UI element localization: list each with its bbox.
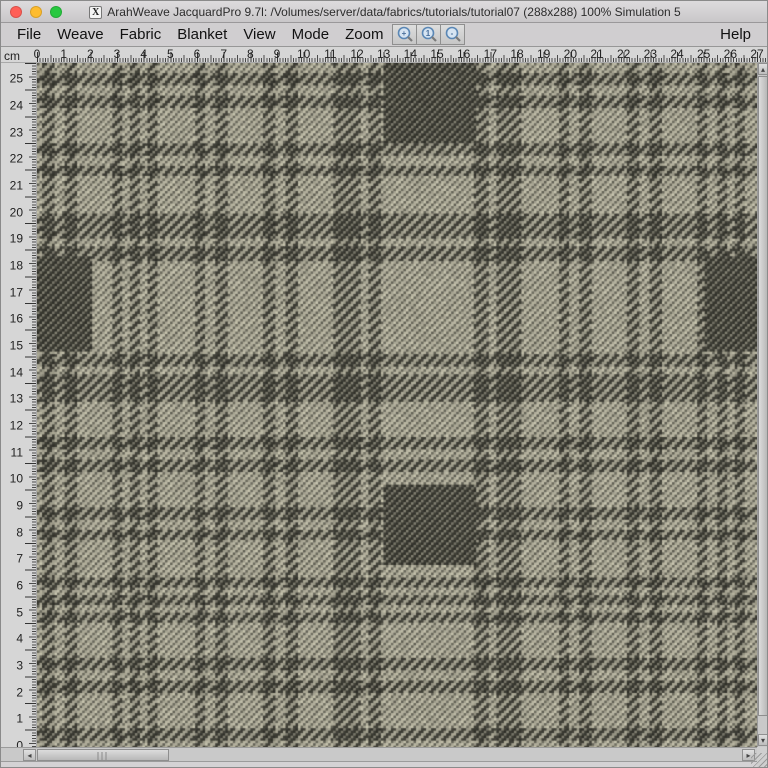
- ruler-top-number: 6: [193, 47, 201, 61]
- ruler-left-number: 9: [16, 498, 23, 513]
- ruler-top-number: 7: [220, 47, 227, 61]
- ruler-left-number: 13: [9, 391, 23, 406]
- scroll-left-arrow[interactable]: ◂: [23, 749, 36, 761]
- magnifier-icon: -: [445, 26, 461, 42]
- scroll-thumb-grip: [97, 752, 109, 760]
- zoom-100-button[interactable]: 1: [416, 24, 442, 45]
- ruler-left-number: 2: [16, 685, 23, 700]
- close-button[interactable]: [10, 6, 22, 18]
- ruler-left-number: 11: [10, 445, 23, 460]
- ruler-top-number: 5: [166, 47, 174, 61]
- ruler-top-number: 2: [86, 47, 94, 61]
- ruler-left-number: 4: [16, 631, 23, 646]
- app-window: X ArahWeave JacquardPro 9.7l: /Volumes/s…: [0, 0, 768, 768]
- resize-grip[interactable]: [751, 753, 767, 767]
- ruler-top-number: 17: [483, 47, 498, 61]
- ruler-top-number: 22: [616, 47, 631, 61]
- ruler-top-number: 24: [670, 47, 684, 61]
- zoom-button-group: +1 -: [392, 24, 466, 45]
- fabric-simulation-canvas[interactable]: [37, 63, 757, 747]
- menu-mode[interactable]: Mode: [284, 24, 338, 45]
- menu-file[interactable]: File: [9, 24, 49, 45]
- window-bottom-edge: [1, 762, 767, 767]
- ruler-left-number: 8: [16, 525, 23, 540]
- ruler-top-number: 27: [750, 47, 764, 61]
- magnifier-icon: 1: [421, 26, 437, 42]
- ruler-left-number: 1: [16, 711, 23, 726]
- ruler-left-number: 10: [9, 471, 23, 486]
- menu-help[interactable]: Help: [710, 24, 761, 45]
- ruler-top-number: 1: [60, 47, 67, 61]
- menu-bar: File Weave Fabric Blanket View Mode Zoom +1 - H…: [1, 23, 767, 47]
- ruler-top-number: 20: [563, 47, 578, 61]
- ruler-top-number: 0: [33, 47, 41, 61]
- ruler-left-number: 7: [16, 551, 23, 566]
- ruler-left-number: 5: [16, 605, 23, 620]
- menu-view[interactable]: View: [235, 24, 283, 45]
- ruler-top-number: 13: [376, 47, 391, 61]
- scroll-up-arrow[interactable]: ▴: [758, 63, 767, 75]
- svg-text:1: 1: [426, 29, 431, 38]
- ruler-top-number: 18: [510, 47, 524, 61]
- magnifier-icon: +: [397, 26, 413, 42]
- traffic-lights: [10, 6, 62, 18]
- minimize-button[interactable]: [30, 6, 42, 18]
- ruler-top-number: 8: [246, 47, 254, 61]
- ruler-top: cm 0 1 2 3 4 5 6 7 8 9 10 11 12 13 14 15 16 17 18 19 20 21 22 2…: [1, 47, 767, 63]
- menu-weave[interactable]: Weave: [49, 24, 111, 45]
- ruler-left-number: 6: [16, 578, 23, 593]
- title-bar[interactable]: X ArahWeave JacquardPro 9.7l: /Volumes/s…: [1, 1, 767, 23]
- svg-text:-: -: [451, 29, 454, 38]
- ruler-top-number: 15: [430, 47, 444, 61]
- menu-fabric[interactable]: Fabric: [112, 24, 170, 45]
- ruler-left-number: 19: [9, 231, 23, 246]
- ruler-left-number: 12: [9, 418, 23, 433]
- ruler-left-number: 23: [9, 125, 23, 140]
- ruler-left-number: 15: [9, 338, 23, 353]
- ruler-left-number: 14: [9, 365, 23, 380]
- vertical-scrollbar[interactable]: ▴ ▾: [757, 63, 767, 747]
- ruler-left-number: 25: [9, 71, 23, 86]
- ruler-left-number: 21: [9, 178, 23, 193]
- ruler-top-number: 26: [723, 47, 738, 61]
- ruler-top-number: 12: [350, 47, 364, 61]
- ruler-top-number: 14: [403, 47, 418, 61]
- svg-text:+: +: [402, 29, 407, 38]
- ruler-top-number: 19: [536, 47, 551, 61]
- ruler-left-number: 3: [16, 658, 23, 673]
- ruler-left-number: 17: [9, 285, 23, 300]
- ruler-left: 25 24 23 22 21 20 19 18 17 16 15 14 13 12 11 10 9 8 7 6 5 4 3 2…: [1, 63, 37, 747]
- zoom-in-button[interactable]: +: [392, 24, 418, 45]
- ruler-left-number: 20: [9, 205, 23, 220]
- vertical-scroll-thumb[interactable]: [758, 76, 767, 716]
- ruler-left-number: 24: [9, 98, 23, 113]
- horizontal-scroll-thumb[interactable]: [37, 749, 169, 761]
- ruler-left-cm-ticks: [25, 63, 36, 747]
- ruler-top-number: 9: [273, 47, 281, 61]
- ruler-left-number: 0: [16, 738, 23, 747]
- ruler-top-number: 16: [456, 47, 471, 61]
- window-title: ArahWeave JacquardPro 9.7l: /Volumes/ser…: [107, 5, 681, 19]
- menu-zoom[interactable]: Zoom: [337, 24, 391, 45]
- horizontal-scrollbar[interactable]: ◂ ▸: [1, 747, 757, 762]
- ruler-top-number: 4: [140, 47, 147, 61]
- x11-app-icon: X: [89, 5, 103, 19]
- ruler-left-number: 22: [9, 151, 23, 166]
- scroll-down-arrow[interactable]: ▾: [758, 734, 767, 746]
- ruler-top-number: 25: [696, 47, 711, 61]
- ruler-top-number: 3: [113, 47, 121, 61]
- menu-blanket[interactable]: Blanket: [169, 24, 235, 45]
- ruler-top-number: 10: [296, 47, 311, 61]
- ruler-top-number: 21: [590, 47, 604, 61]
- ruler-top-number: 11: [324, 47, 337, 61]
- ruler-unit-label: cm: [4, 49, 20, 63]
- ruler-top-number: 23: [643, 47, 658, 61]
- ruler-left-number: 18: [9, 258, 23, 273]
- ruler-left-number: 16: [9, 311, 23, 326]
- zoom-out-button[interactable]: -: [440, 24, 466, 45]
- zoom-window-button[interactable]: [50, 6, 62, 18]
